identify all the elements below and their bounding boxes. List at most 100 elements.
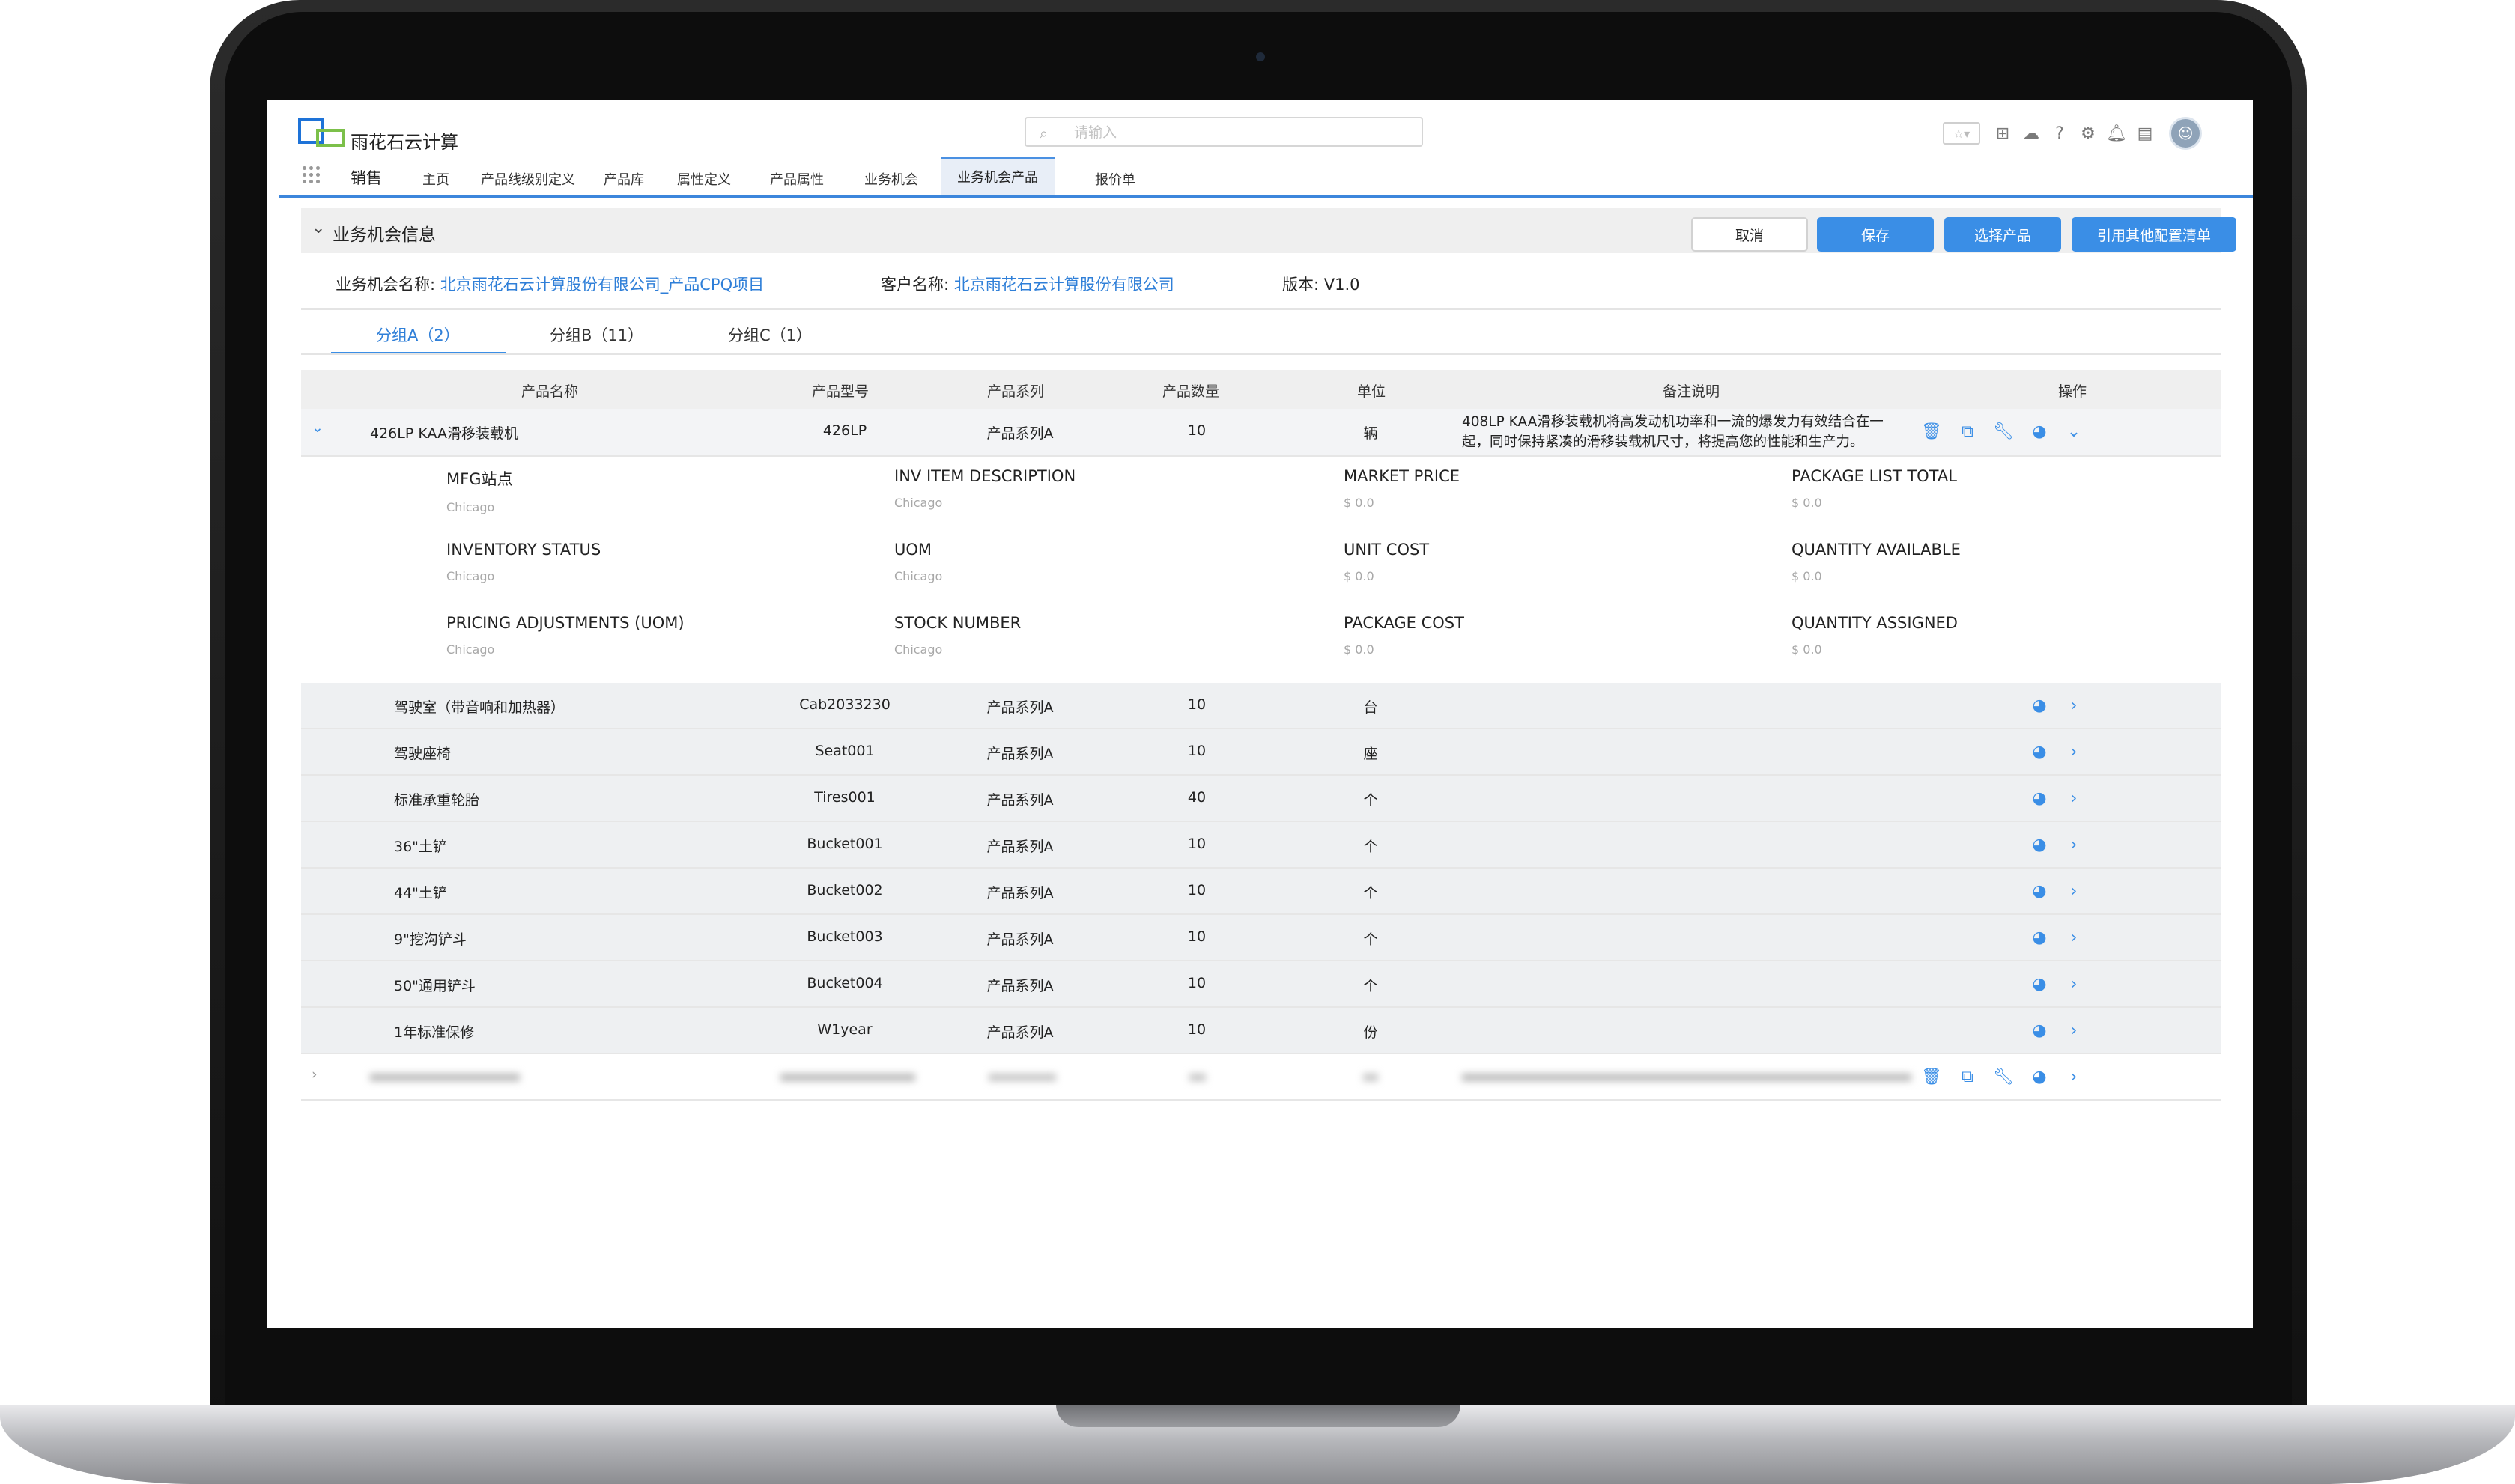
pie-chart-icon[interactable]: ◕ [2028, 695, 2051, 717]
divider [301, 353, 2221, 355]
row-name: 36"土铲 [394, 839, 447, 855]
favorites-dropdown[interactable]: ☆▾ [1943, 122, 1980, 145]
row-model: Seat001 [815, 743, 875, 759]
wrench-icon[interactable]: 🔧︎ [1992, 421, 2015, 443]
row-unit: 台 [1363, 699, 1378, 716]
tab-product-library[interactable]: 产品库 [604, 169, 644, 189]
add-icon[interactable]: ⊞ [1994, 124, 2012, 143]
copy-icon[interactable]: ⧉ [1956, 421, 1979, 443]
chevron-right-icon[interactable]: › [2063, 741, 2085, 764]
table-row[interactable]: 驾驶座椅 Seat001 产品系列A 10 座 ◕ › [301, 729, 2221, 776]
cancel-button[interactable]: 取消 [1691, 217, 1808, 252]
chevron-right-icon[interactable]: › [2063, 927, 2085, 949]
row-series: 产品系列A [986, 931, 1054, 948]
table-row[interactable]: 1年标准保修 W1year 产品系列A 10 份 ◕ › [301, 1008, 2221, 1054]
chevron-right-icon[interactable]: › [2063, 1020, 2085, 1042]
opportunity-info: 业务机会名称: 北京雨花石云计算股份有限公司_产品CPQ项目 [336, 273, 764, 295]
chevron-right-icon[interactable]: › [2063, 881, 2085, 903]
row-series: 产品系列A [986, 746, 1054, 762]
chevron-right-icon[interactable]: › [2063, 695, 2085, 717]
field-value: Chicago [446, 569, 495, 583]
field-label: MARKET PRICE [1344, 467, 1460, 485]
row-unit: 个 [1363, 792, 1378, 809]
trash-icon[interactable]: 🗑︎ [1920, 421, 1943, 443]
pie-chart-icon[interactable]: ◕ [2028, 834, 2051, 857]
select-product-button[interactable]: 选择产品 [1944, 217, 2061, 252]
trash-icon[interactable]: 🗑︎ [1920, 1066, 1943, 1089]
avatar[interactable]: ☺ [2169, 117, 2202, 150]
search-input[interactable] [1073, 121, 1405, 144]
bell-icon[interactable]: 🔔︎ [2106, 124, 2127, 143]
table-row[interactable]: 44"土铲 Bucket002 产品系列A 10 个 ◕ › [301, 869, 2221, 915]
pie-chart-icon[interactable]: ◕ [2028, 1066, 2051, 1089]
field-label: QUANTITY AVAILABLE [1792, 541, 1961, 559]
global-search[interactable]: ⌕ [1025, 117, 1423, 147]
field-value: $ 0.0 [1344, 569, 1374, 583]
table-row[interactable]: 驾驶室（带音响和加热器） Cab2033230 产品系列A 10 台 ◕ › [301, 683, 2221, 729]
chevron-down-icon[interactable]: ⌄ [312, 419, 324, 436]
help-icon[interactable]: ? [2051, 124, 2069, 143]
tab-product-attribute[interactable]: 产品属性 [770, 169, 824, 189]
field-value: $ 0.0 [1792, 642, 1822, 657]
blurred-series [989, 1074, 1056, 1081]
notes-icon[interactable]: ▤ [2136, 124, 2154, 143]
toolbar-icons: ☆▾ ⊞ ☁ ? ⚙ 🔔︎ ▤ ☺ [1943, 117, 2202, 150]
gear-icon[interactable]: ⚙ [2079, 124, 2097, 143]
table-row[interactable]: 50"通用铲斗 Bucket004 产品系列A 10 个 ◕ › [301, 961, 2221, 1008]
reference-config-button[interactable]: 引用其他配置清单 [2072, 217, 2236, 252]
pie-chart-icon[interactable]: ◕ [2028, 927, 2051, 949]
trailhead-icon[interactable]: ☁ [2022, 124, 2040, 143]
field-value: Chicago [894, 496, 943, 510]
tab-group-c[interactable]: 分组C（1） [728, 323, 812, 346]
chevron-right-icon[interactable]: › [2063, 834, 2085, 857]
app-launcher-icon[interactable] [301, 165, 321, 184]
row-unit: 个 [1363, 885, 1378, 901]
version-value: V1.0 [1323, 276, 1360, 294]
table-row[interactable]: 9"挖沟铲斗 Bucket003 产品系列A 10 个 ◕ › [301, 915, 2221, 961]
customer-link[interactable]: 北京雨花石云计算股份有限公司 [954, 276, 1174, 294]
opportunity-link[interactable]: 北京雨花石云计算股份有限公司_产品CPQ项目 [440, 276, 764, 294]
table-row-blurred[interactable]: › 🗑︎ ⧉ 🔧︎ ◕ › [301, 1054, 2221, 1101]
wrench-icon[interactable]: 🔧︎ [1992, 1066, 2015, 1089]
tab-group-a[interactable]: 分组A（2） [376, 323, 460, 346]
blurred-note [1462, 1074, 1911, 1081]
table-row[interactable]: 36"土铲 Bucket001 产品系列A 10 个 ◕ › [301, 822, 2221, 869]
chevron-down-icon[interactable]: ⌄ [2063, 421, 2085, 443]
chevron-right-icon[interactable]: › [312, 1066, 318, 1083]
detail-field: MFG站点 Chicago [446, 467, 512, 514]
pie-chart-icon[interactable]: ◕ [2028, 741, 2051, 764]
tab-opportunity-product[interactable]: 业务机会产品 [941, 157, 1055, 195]
table-row-main[interactable]: ⌄ 426LP KAA滑移装载机 426LP 产品系列A 10 辆 408LP … [301, 409, 2221, 457]
blurred-quantity [1189, 1074, 1206, 1081]
chevron-right-icon[interactable]: › [2063, 788, 2085, 810]
field-label: PACKAGE LIST TOTAL [1792, 467, 1957, 485]
tab-opportunity[interactable]: 业务机会 [864, 169, 918, 189]
row-quantity: 10 [1187, 975, 1207, 991]
tab-attribute-def[interactable]: 属性定义 [677, 169, 731, 189]
pie-chart-icon[interactable]: ◕ [2028, 973, 2051, 996]
pie-chart-icon[interactable]: ◕ [2028, 788, 2051, 810]
copy-icon[interactable]: ⧉ [1956, 1066, 1979, 1089]
tab-home[interactable]: 主页 [422, 169, 449, 189]
tab-quote[interactable]: 报价单 [1095, 169, 1135, 189]
camera [1256, 52, 1265, 61]
table-row[interactable]: 标准承重轮胎 Tires001 产品系列A 40 个 ◕ › [301, 776, 2221, 822]
chevron-right-icon[interactable]: › [2063, 1066, 2085, 1089]
row-name: 1年标准保修 [394, 1024, 475, 1041]
save-button[interactable]: 保存 [1817, 217, 1934, 252]
field-value: $ 0.0 [1344, 642, 1374, 657]
table-header: 产品名称 产品型号 产品系列 产品数量 单位 备注说明 操作 [301, 370, 2221, 409]
top-bar: 雨花石云计算 ⌕ ☆▾ ⊞ ☁ ? ⚙ 🔔︎ ▤ ☺ [267, 100, 2253, 153]
row-note: 408LP KAA滑移装载机将高发动机功率和一流的爆发力有效结合在一 起，同时保… [1462, 412, 1884, 452]
row-series: 产品系列A [986, 699, 1054, 716]
field-label: MFG站点 [446, 470, 513, 488]
chevron-right-icon[interactable]: › [2063, 973, 2085, 996]
tab-group-b[interactable]: 分组B（11） [550, 323, 643, 346]
field-value: $ 0.0 [1792, 496, 1822, 510]
pie-chart-icon[interactable]: ◕ [2028, 1020, 2051, 1042]
header-actions: 操作 [2058, 383, 2087, 400]
pie-chart-icon[interactable]: ◕ [2028, 881, 2051, 903]
tab-product-line[interactable]: 产品线级别定义 [481, 169, 575, 189]
pie-chart-icon[interactable]: ◕ [2028, 421, 2051, 443]
chevron-down-icon[interactable]: ⌄ [312, 219, 325, 237]
